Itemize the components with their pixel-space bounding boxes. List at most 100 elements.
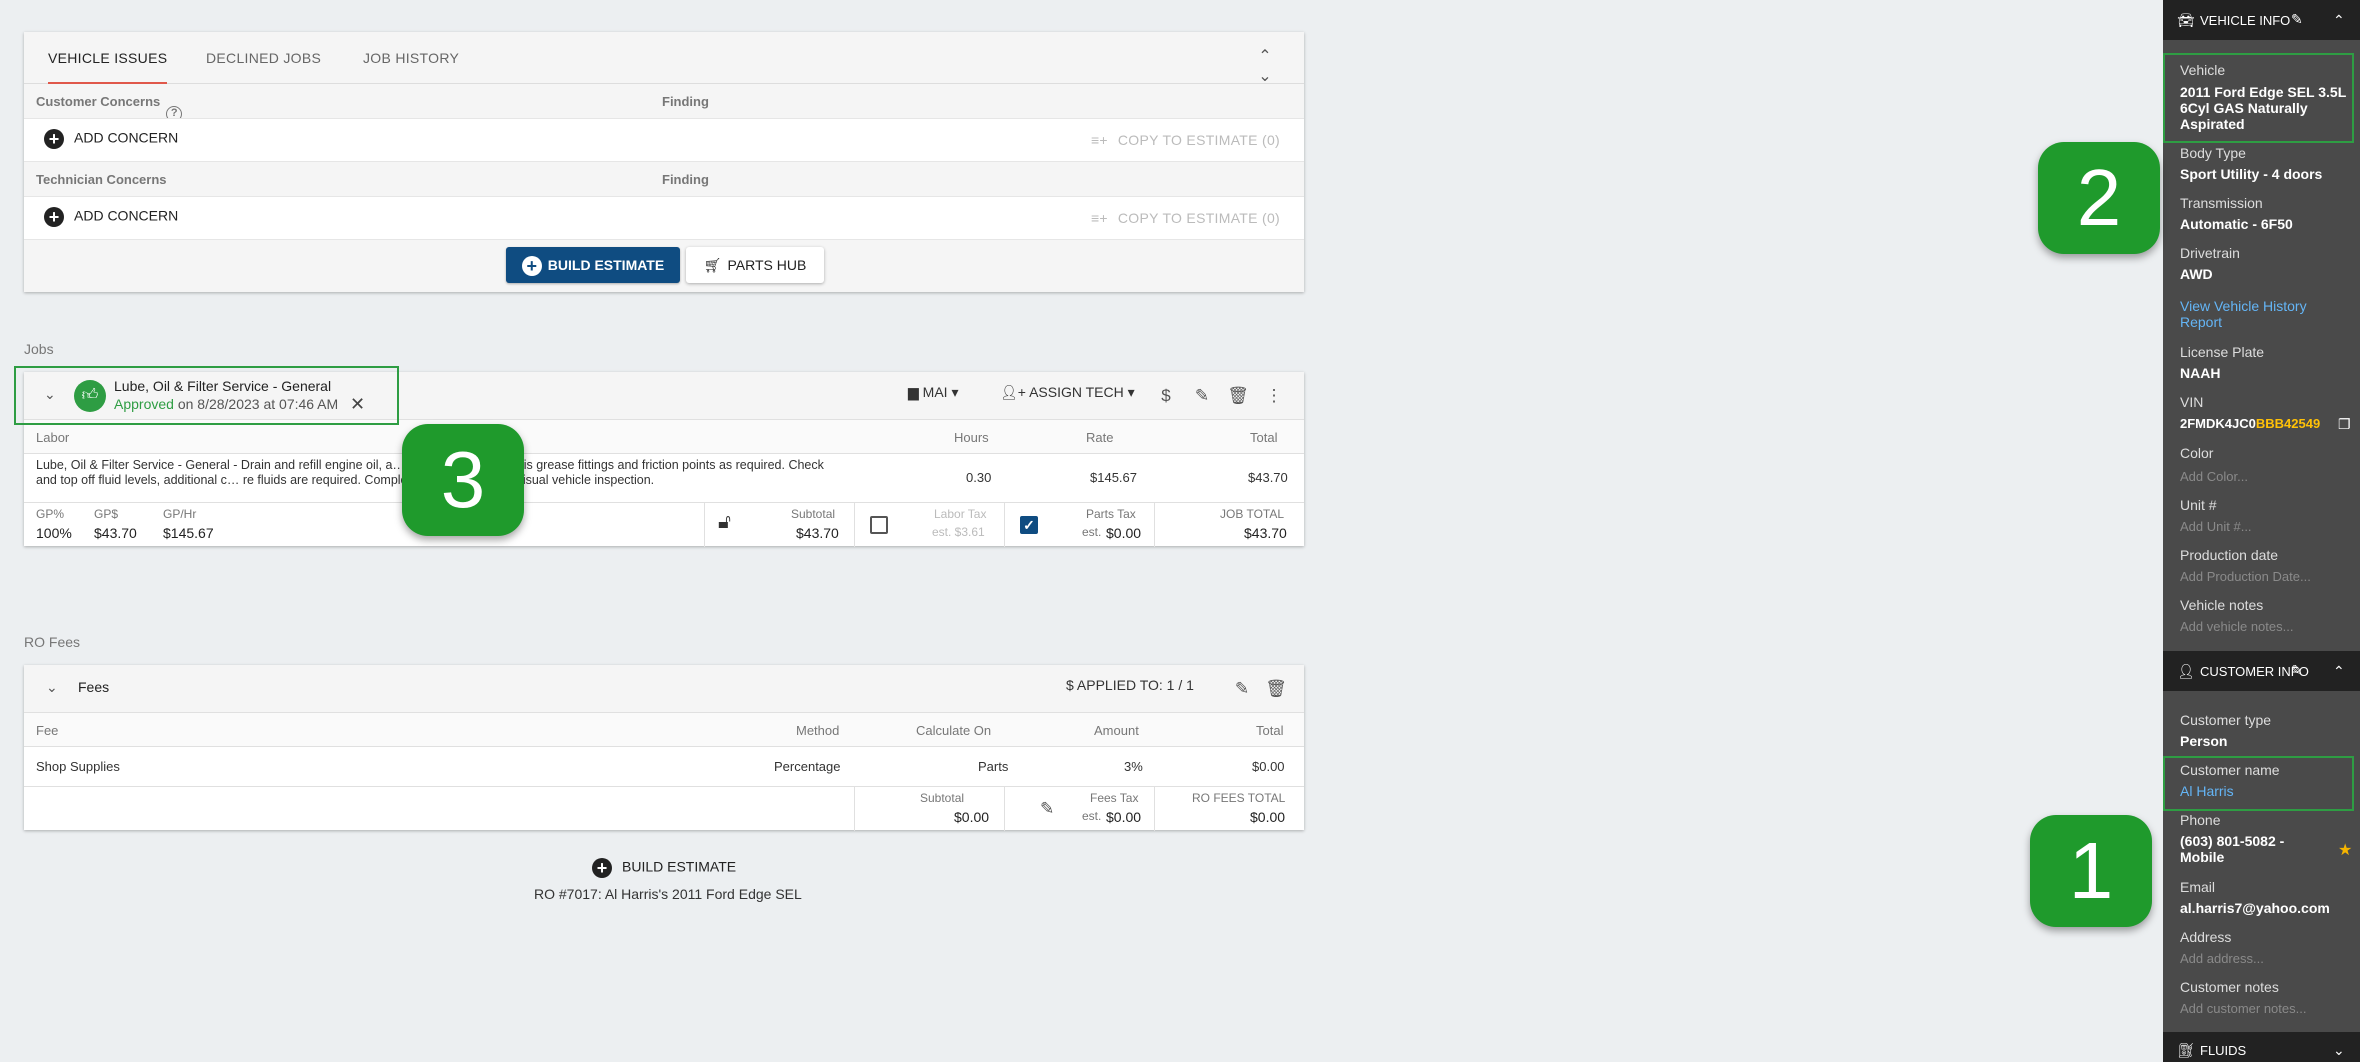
technician-concerns-header: Technician Concerns Finding: [24, 162, 1304, 196]
callout-2: 2: [2038, 142, 2160, 254]
edit-icon[interactable]: ✎: [1040, 799, 1054, 819]
fees-card: ⌄ Fees $ APPLIED TO: 1 / 1 ✎ 🗑︎ Fee Meth…: [24, 665, 1304, 831]
unit-label: Unit #: [2180, 497, 2217, 513]
email-label: Email: [2180, 879, 2216, 895]
fee-name: Shop Supplies: [36, 759, 120, 774]
address-input[interactable]: Add address...: [2180, 951, 2264, 966]
vehicle-history-link[interactable]: View Vehicle History Report: [2180, 298, 2330, 330]
fees-title: Fees: [78, 679, 110, 695]
bottom-build-estimate-button[interactable]: + BUILD ESTIMATE: [592, 858, 736, 878]
job-highlight-box: [14, 366, 399, 425]
parts-tax-est: est.: [1082, 525, 1102, 539]
job-total-label: JOB TOTAL: [1220, 507, 1285, 521]
technician-concern-row: + ADD CONCERN ≡+ COPY TO ESTIMATE (0): [24, 196, 1304, 240]
labor-row[interactable]: Lube, Oil & Filter Service - General - D…: [24, 454, 1304, 502]
copy-icon[interactable]: ❐: [2338, 416, 2351, 433]
edit-icon[interactable]: ✎: [1190, 384, 1214, 408]
delete-icon[interactable]: 🗑︎: [1226, 384, 1250, 408]
total-col: Total: [1250, 430, 1278, 445]
parts-hub-button[interactable]: 🛒︎ PARTS HUB: [686, 247, 824, 283]
parts-tax-checkbox[interactable]: ✓: [1020, 516, 1038, 534]
production-date-input[interactable]: Add Production Date...: [2180, 569, 2311, 584]
assign-tech-dropdown[interactable]: 👤︎+ ASSIGN TECH ▾: [1000, 384, 1135, 408]
add-technician-concern-button[interactable]: + ADD CONCERN: [44, 207, 178, 231]
car-icon: 🚘︎: [2177, 12, 2195, 28]
customer-notes-input[interactable]: Add customer notes...: [2180, 1001, 2306, 1016]
payment-icon[interactable]: $: [1154, 384, 1178, 408]
applied-to-button[interactable]: $ APPLIED TO: 1 / 1: [1066, 677, 1194, 701]
ro-caption: RO #7017: Al Harris's 2011 Ford Edge SEL: [534, 886, 802, 902]
fee-total: $0.00: [1252, 759, 1285, 774]
callout-3: 3: [402, 424, 524, 536]
edit-icon[interactable]: ✎: [2291, 662, 2303, 679]
more-vert-icon[interactable]: ⋮: [1262, 384, 1286, 408]
edit-icon[interactable]: ✎: [2291, 11, 2303, 28]
chevron-down-icon[interactable]: ⌄: [2333, 1042, 2345, 1059]
phone-label: Phone: [2180, 812, 2221, 828]
chevron-up-icon[interactable]: ⌃: [2333, 663, 2345, 680]
chevron-up-icon[interactable]: ⌃: [2333, 12, 2345, 29]
fee-method: Percentage: [774, 759, 841, 774]
gp-hr-value: $145.67: [163, 525, 214, 541]
customer-notes-label: Customer notes: [2180, 979, 2279, 995]
star-icon[interactable]: ★: [2338, 840, 2352, 860]
fees-header: ⌄ Fees $ APPLIED TO: 1 / 1 ✎ 🗑︎: [24, 665, 1304, 713]
tab-job-history[interactable]: JOB HISTORY: [363, 32, 459, 84]
labor-col: Labor: [36, 430, 70, 445]
hours-col: Hours: [954, 430, 989, 445]
collapse-icon[interactable]: ⌃ ⌄: [1254, 46, 1276, 85]
fees-tax-est: est.: [1082, 809, 1102, 823]
fees-subtotal-value: $0.00: [954, 809, 990, 825]
vehicle-highlight-box: [2163, 53, 2354, 143]
gp-pct-label: GP%: [36, 507, 65, 521]
delete-icon[interactable]: 🗑︎: [1264, 677, 1288, 701]
cart-icon: 🛒︎: [703, 257, 722, 273]
labor-tax-checkbox[interactable]: [870, 516, 888, 534]
color-input[interactable]: Add Color...: [2180, 469, 2248, 484]
vehicle-issues-card: VEHICLE ISSUES DECLINED JOBS JOB HISTORY…: [24, 32, 1304, 292]
production-date-label: Production date: [2180, 547, 2279, 563]
callout-1: 1: [2030, 815, 2152, 927]
gp-hr-label: GP/Hr: [163, 507, 197, 521]
transmission-label: Transmission: [2180, 195, 2263, 211]
phone-value: (603) 801-5082 - Mobile: [2180, 833, 2285, 865]
labor-hours: 0.30: [966, 470, 992, 485]
tab-vehicle-issues[interactable]: VEHICLE ISSUES: [48, 32, 168, 84]
edit-icon[interactable]: ✎: [1230, 677, 1254, 701]
gp-pct-value: 100%: [36, 525, 72, 541]
customer-type-value: Person: [2180, 733, 2228, 749]
add-person-icon: 👤︎+: [1000, 384, 1026, 400]
fees-subtotal-label: Subtotal: [920, 791, 965, 805]
add-customer-concern-button[interactable]: + ADD CONCERN: [44, 129, 178, 153]
folder-icon: ▆: [908, 384, 919, 400]
vehicle-notes-input[interactable]: Add vehicle notes...: [2180, 619, 2293, 634]
fluids-header[interactable]: ⛽︎ FLUIDS ⌄: [2163, 1032, 2360, 1062]
chevron-down-icon[interactable]: ⌄: [46, 679, 58, 696]
job-total-value: $43.70: [1244, 525, 1287, 541]
copy-to-estimate-button-2[interactable]: ≡+ COPY TO ESTIMATE (0): [1091, 210, 1280, 226]
labor-tax-value: est. $3.61: [932, 525, 985, 539]
parts-tax-label: Parts Tax: [1086, 507, 1136, 521]
fee-calculate-on: Parts: [978, 759, 1009, 774]
unit-input[interactable]: Add Unit #...: [2180, 519, 2252, 534]
lock-icon[interactable]: 🔓︎: [718, 511, 731, 534]
copy-to-estimate-button[interactable]: ≡+ COPY TO ESTIMATE (0): [1091, 132, 1280, 148]
fee-row[interactable]: Shop Supplies Percentage Parts 3% $0.00: [24, 747, 1304, 785]
customer-concern-row: + ADD CONCERN ≡+ COPY TO ESTIMATE (0): [24, 118, 1304, 162]
tab-declined-jobs[interactable]: DECLINED JOBS: [206, 32, 321, 84]
add-circle-icon: +: [44, 129, 64, 149]
email-value: al.harris7@yahoo.com: [2180, 900, 2330, 916]
subtotal-label: Subtotal: [791, 507, 836, 521]
amount-col: Amount: [1094, 723, 1139, 738]
playlist-add-icon: ≡+: [1090, 210, 1108, 226]
fees-total-col: Total: [1256, 723, 1284, 738]
subtotal-value: $43.70: [796, 525, 839, 541]
fees-tax-label: Fees Tax: [1090, 791, 1139, 805]
fees-grid-header: Fee Method Calculate On Amount Total: [24, 713, 1304, 747]
fee-col: Fee: [36, 723, 59, 738]
vehicle-info-header[interactable]: 🚘︎ VEHICLE INFO ✎ ⌃: [2163, 0, 2360, 40]
build-estimate-button[interactable]: + BUILD ESTIMATE: [506, 247, 680, 283]
customer-info-header[interactable]: 👤︎ CUSTOMER INFO ✎ ⌃: [2163, 651, 2360, 691]
category-dropdown[interactable]: ▆ MAI ▾: [908, 384, 958, 408]
vehicle-notes-label: Vehicle notes: [2180, 597, 2264, 613]
